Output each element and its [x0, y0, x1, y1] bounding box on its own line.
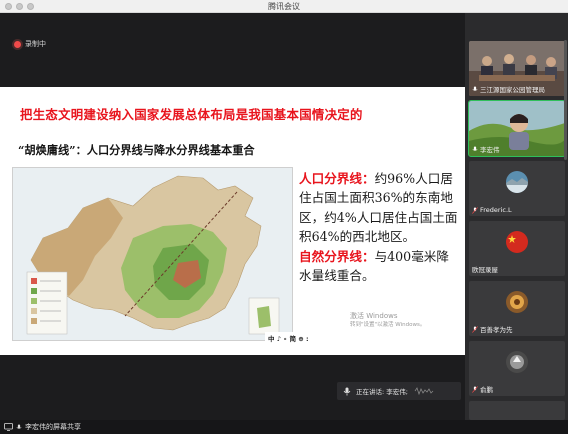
- meeting-window: 腾讯会议 录制中 把生态文明建设纳入国家发展总体布局是我国基本国情决定的 “胡焕…: [0, 0, 568, 434]
- avatar: [506, 291, 528, 313]
- participant-tile[interactable]: 百善孝为先: [469, 281, 565, 336]
- participant-tile[interactable]: Frederic.L: [469, 161, 565, 216]
- presenter-toolbar[interactable]: 中 ♪ ∘ 简 ⊕ :: [265, 332, 312, 343]
- speaking-indicator: 正在讲话: 李宏伟;: [337, 382, 461, 400]
- participant-sidebar: 三江源国家公园管理局 李宏伟 Frederic.L 欧冠录屋 百善孝为先 俞鹏: [465, 13, 568, 420]
- participant-tile[interactable]: 三江源国家公园管理局: [469, 41, 565, 96]
- microphone-muted-icon: [472, 385, 478, 393]
- participant-name: 三江源国家公园管理局: [472, 84, 545, 94]
- slide-subtitle: “胡焕庸线”：人口分界线与降水分界线基本重合: [18, 143, 255, 157]
- microphone-muted-icon: [472, 206, 478, 214]
- avatar: [506, 351, 528, 373]
- bottom-bar: 李宏伟的屏幕共享: [0, 420, 568, 434]
- audio-wave-icon: [414, 387, 434, 396]
- participant-name: 俞鹏: [472, 384, 493, 394]
- participant-name: 百善孝为先: [472, 324, 513, 334]
- record-icon: [14, 40, 21, 48]
- share-screen-icon[interactable]: [4, 423, 13, 431]
- participant-name: Frederic.L: [472, 206, 512, 214]
- participant-tile[interactable]: 俞鹏: [469, 341, 565, 396]
- presenter-toolbar-label: 中 ♪ ∘ 简 ⊕ :: [268, 334, 309, 343]
- population-line-heading: 人口分界线：: [299, 171, 375, 186]
- presentation-slide: 把生态文明建设纳入国家发展总体布局是我国基本国情决定的 “胡焕庸线”：人口分界线…: [0, 87, 465, 355]
- participant-tile-active[interactable]: 李宏伟: [468, 100, 566, 157]
- avatar: [506, 171, 528, 193]
- participant-name: 李宏伟: [472, 144, 500, 154]
- recording-label: 录制中: [25, 40, 46, 48]
- map-image: [13, 168, 292, 340]
- participant-name: 欧冠录屋: [472, 266, 498, 274]
- microphone-icon: [472, 146, 478, 151]
- speaking-label: 正在讲话: 李宏伟;: [356, 388, 408, 396]
- avatar: [506, 231, 528, 253]
- windows-activation-watermark: 激活 Windows 转到"设置"以激活 Windows。: [350, 312, 425, 330]
- slide-text: 人口分界线：约96%人口居住占国土面积36%的东南地区，约4%人口居住占国土面积…: [299, 169, 459, 285]
- participant-tile[interactable]: [469, 401, 565, 420]
- watermark-line-1: 激活 Windows: [350, 312, 398, 320]
- microphone-muted-icon: [472, 325, 478, 333]
- sidebar-scrollbar[interactable]: [564, 40, 567, 160]
- microphone-icon[interactable]: [16, 424, 22, 431]
- recording-indicator[interactable]: 录制中: [10, 37, 51, 51]
- microphone-icon: [472, 86, 478, 91]
- window-title: 腾讯会议: [268, 2, 300, 11]
- china-population-map: [12, 167, 293, 341]
- microphone-icon: [343, 387, 351, 395]
- participant-tile[interactable]: 欧冠录屋: [469, 221, 565, 276]
- watermark-line-2: 转到"设置"以激活 Windows。: [350, 322, 426, 328]
- natural-line-heading: 自然分界线：: [299, 248, 375, 264]
- slide-title: 把生态文明建设纳入国家发展总体布局是我国基本国情决定的: [20, 107, 363, 122]
- screen-share-owner-label: 李宏伟的屏幕共享: [25, 423, 81, 431]
- title-bar: 腾讯会议: [0, 0, 568, 13]
